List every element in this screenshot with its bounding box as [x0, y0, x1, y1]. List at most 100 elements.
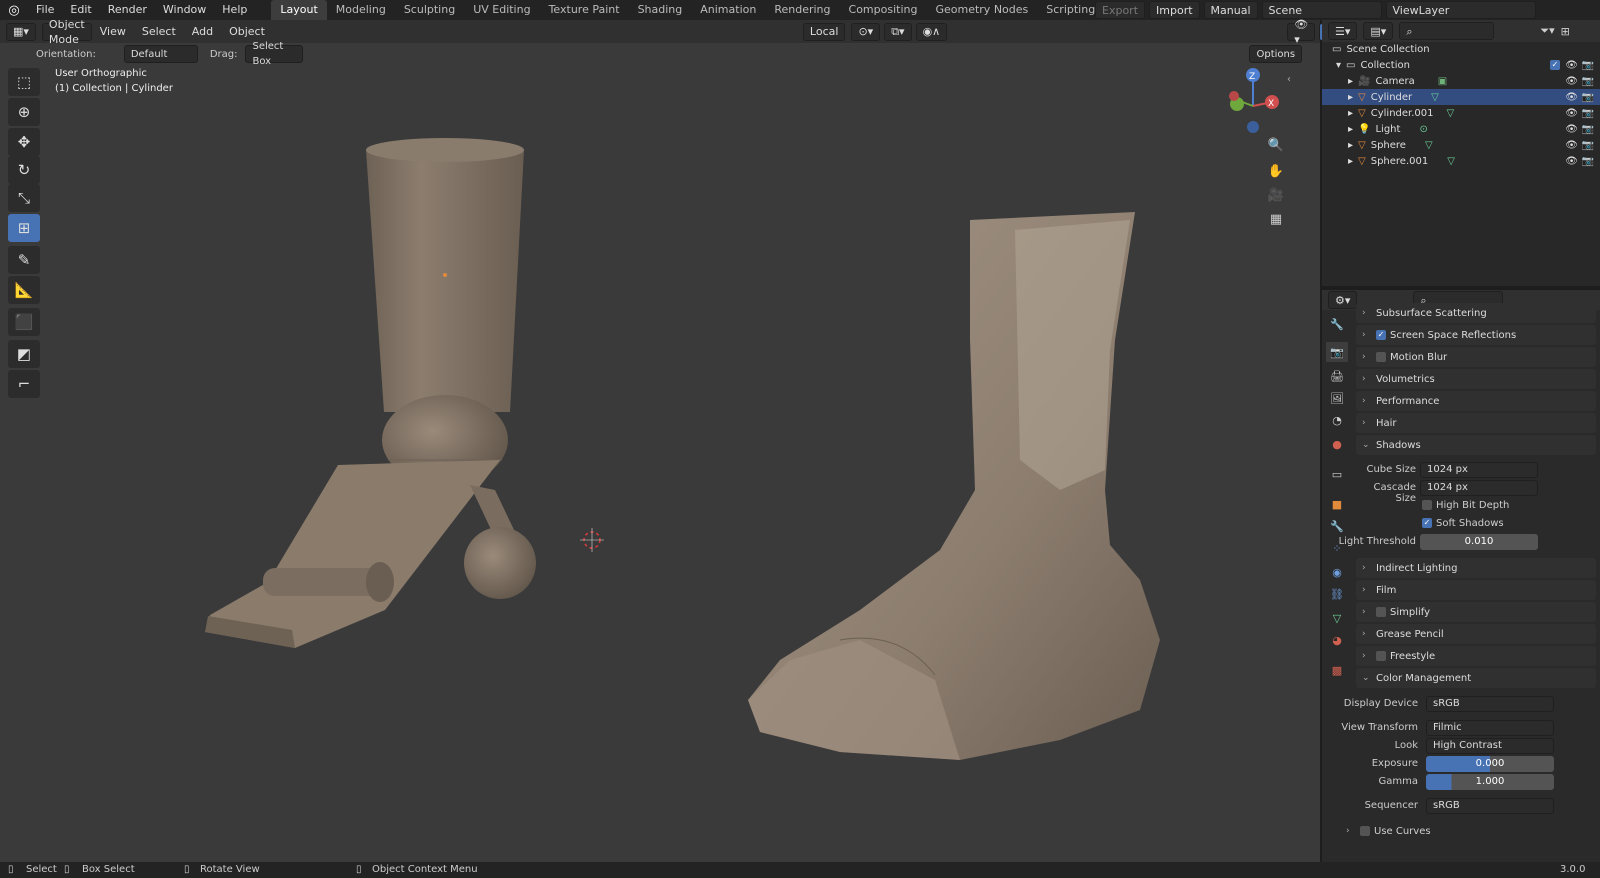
- tab-shading[interactable]: Shading: [629, 0, 692, 20]
- tab-rendering[interactable]: Rendering: [765, 0, 839, 20]
- motion-blur-checkbox[interactable]: [1376, 352, 1386, 362]
- use-curves-checkbox[interactable]: [1360, 826, 1370, 836]
- import-button[interactable]: Import: [1149, 1, 1200, 19]
- render-tab-icon[interactable]: 📷: [1326, 342, 1348, 362]
- camera-render-icon[interactable]: 📷: [1582, 156, 1594, 167]
- camera-render-icon[interactable]: 📷: [1582, 140, 1594, 151]
- sequencer-dropdown[interactable]: sRGB: [1426, 798, 1554, 814]
- output-tab-icon[interactable]: 🖨: [1326, 366, 1348, 386]
- tab-modeling[interactable]: Modeling: [327, 0, 395, 20]
- panel-freestyle[interactable]: › Freestyle: [1356, 646, 1596, 666]
- high-bit-depth-row[interactable]: High Bit Depth: [1422, 500, 1509, 511]
- manual-button[interactable]: Manual: [1203, 1, 1258, 19]
- zoom-icon[interactable]: 🔍: [1265, 134, 1287, 156]
- eye-icon[interactable]: 👁: [1565, 140, 1578, 151]
- data-tab-icon[interactable]: ▽: [1326, 608, 1348, 628]
- outliner-search-input[interactable]: ⌕: [1399, 22, 1495, 40]
- eye-icon[interactable]: 👁: [1565, 76, 1578, 87]
- panel-screen-space-reflections[interactable]: › ✓ Screen Space Reflections: [1356, 325, 1596, 345]
- object-tab-icon[interactable]: ■: [1326, 494, 1348, 514]
- panel-volumetrics[interactable]: › Volumetrics: [1356, 369, 1596, 389]
- camera-render-icon[interactable]: 📷: [1582, 124, 1594, 135]
- camera-render-icon[interactable]: 📷: [1582, 76, 1594, 87]
- scene-tab-icon[interactable]: ◔: [1326, 410, 1348, 430]
- outliner-row-cylinder[interactable]: ▸ ▽ Cylinder ▽ 👁 📷: [1322, 89, 1600, 105]
- eye-icon[interactable]: 👁: [1565, 92, 1578, 103]
- tab-texture-paint[interactable]: Texture Paint: [540, 0, 629, 20]
- exposure-slider[interactable]: 0.000: [1426, 756, 1554, 772]
- outliner-row-sphere[interactable]: ▸ ▽ Sphere ▽ 👁 📷: [1322, 137, 1600, 153]
- outliner-row-sphere-001[interactable]: ▸ ▽ Sphere.001 ▽ 👁 📷: [1322, 153, 1600, 169]
- freestyle-checkbox[interactable]: [1376, 651, 1386, 661]
- eye-icon[interactable]: 👁: [1565, 108, 1578, 119]
- tab-layout[interactable]: Layout: [271, 0, 327, 20]
- camera-render-icon[interactable]: 📷: [1582, 60, 1594, 71]
- panel-color-management[interactable]: ⌄ Color Management: [1356, 668, 1596, 688]
- outliner-row-light[interactable]: ▸ 💡 Light ⊙ 👁 📷: [1322, 121, 1600, 137]
- soft-shadows-row[interactable]: ✓ Soft Shadows: [1422, 518, 1504, 529]
- camera-render-icon[interactable]: 📷: [1582, 108, 1594, 119]
- panel-grease-pencil[interactable]: › Grease Pencil: [1356, 624, 1596, 644]
- material-tab-icon[interactable]: ◕: [1326, 630, 1348, 650]
- tool-tab-icon[interactable]: 🔧: [1326, 314, 1348, 334]
- high-bit-depth-checkbox[interactable]: [1422, 500, 1432, 510]
- eye-icon[interactable]: 👁: [1565, 60, 1578, 71]
- sidebar-toggle-icon[interactable]: ‹: [1287, 74, 1291, 85]
- props-editor-type-icon[interactable]: ⚙▾: [1328, 291, 1358, 309]
- panel-shadows[interactable]: ⌄ Shadows: [1356, 435, 1596, 455]
- cascade-size-dropdown[interactable]: 1024 px: [1420, 480, 1538, 496]
- texture-tab-icon[interactable]: ▩: [1326, 660, 1348, 680]
- look-dropdown[interactable]: High Contrast: [1426, 738, 1554, 754]
- sculpted-foot-mesh[interactable]: [748, 212, 1160, 760]
- panel-subsurface-scattering[interactable]: › Subsurface Scattering: [1356, 303, 1596, 323]
- simplify-checkbox[interactable]: [1376, 607, 1386, 617]
- panel-motion-blur[interactable]: › Motion Blur: [1356, 347, 1596, 367]
- eye-icon[interactable]: 👁: [1565, 124, 1578, 135]
- world-tab-icon[interactable]: ●: [1326, 434, 1348, 454]
- camera-render-icon[interactable]: 📷: [1582, 92, 1594, 103]
- viewlayer-selector[interactable]: ViewLayer: [1385, 1, 1536, 19]
- ortho-grid-icon[interactable]: ▦: [1265, 208, 1287, 230]
- panel-film[interactable]: › Film: [1356, 580, 1596, 600]
- panel-simplify[interactable]: › Simplify: [1356, 602, 1596, 622]
- panel-performance[interactable]: › Performance: [1356, 391, 1596, 411]
- collection-checkbox[interactable]: ✓: [1550, 60, 1560, 70]
- physics-tab-icon[interactable]: ◉: [1326, 562, 1348, 582]
- cylinder-mesh[interactable]: [366, 138, 524, 412]
- tab-uv-editing[interactable]: UV Editing: [464, 0, 539, 20]
- 3d-viewport[interactable]: ▦▾ Object Mode View Select Add Object Lo…: [0, 18, 1470, 862]
- constraints-tab-icon[interactable]: ⛓: [1326, 584, 1348, 604]
- use-curves-row[interactable]: › Use Curves: [1346, 826, 1431, 837]
- outliner-row-scene-collection[interactable]: ▭ Scene Collection: [1322, 41, 1600, 57]
- tab-animation[interactable]: Animation: [691, 0, 765, 20]
- outliner-row-camera[interactable]: ▸ 🎥 Camera ▣ 👁 📷: [1322, 73, 1600, 89]
- menu-render[interactable]: Render: [100, 0, 155, 20]
- tab-geometry-nodes[interactable]: Geometry Nodes: [926, 0, 1037, 20]
- outliner-editor-type-icon[interactable]: ☰▾: [1328, 22, 1358, 40]
- menu-help[interactable]: Help: [214, 0, 255, 20]
- display-mode-icon[interactable]: ▤▾: [1363, 22, 1394, 40]
- tab-sculpting[interactable]: Sculpting: [395, 0, 464, 20]
- outliner-row-cylinder-001[interactable]: ▸ ▽ Cylinder.001 ▽ 👁 📷: [1322, 105, 1600, 121]
- ssr-checkbox[interactable]: ✓: [1376, 330, 1386, 340]
- outliner-row-collection[interactable]: ▾ ▭ Collection ✓ 👁 📷: [1322, 57, 1600, 73]
- modifier-tab-icon[interactable]: 🔧: [1326, 516, 1348, 536]
- tab-compositing[interactable]: Compositing: [840, 0, 927, 20]
- eye-icon[interactable]: 👁: [1565, 156, 1578, 167]
- view-layer-tab-icon[interactable]: 🖼: [1326, 388, 1348, 408]
- menu-window[interactable]: Window: [155, 0, 214, 20]
- view-transform-dropdown[interactable]: Filmic: [1426, 720, 1554, 736]
- navigation-gizmo[interactable]: Z X: [1229, 68, 1279, 133]
- scene-selector[interactable]: Scene: [1261, 1, 1382, 19]
- gamma-slider[interactable]: 1.000: [1426, 774, 1554, 790]
- pan-hand-icon[interactable]: ✋: [1265, 160, 1287, 182]
- foot-plate-mesh[interactable]: [205, 460, 536, 648]
- camera-view-icon[interactable]: 🎥: [1265, 184, 1287, 206]
- display-device-dropdown[interactable]: sRGB: [1426, 696, 1554, 712]
- export-button[interactable]: Export: [1095, 1, 1146, 19]
- soft-shadows-checkbox[interactable]: ✓: [1422, 518, 1432, 528]
- collection-tab-icon[interactable]: ▭: [1326, 464, 1348, 484]
- new-collection-icon[interactable]: ⊞: [1561, 25, 1570, 38]
- filter-icon[interactable]: ⏷▾: [1540, 24, 1554, 38]
- cube-size-dropdown[interactable]: 1024 px: [1420, 462, 1538, 478]
